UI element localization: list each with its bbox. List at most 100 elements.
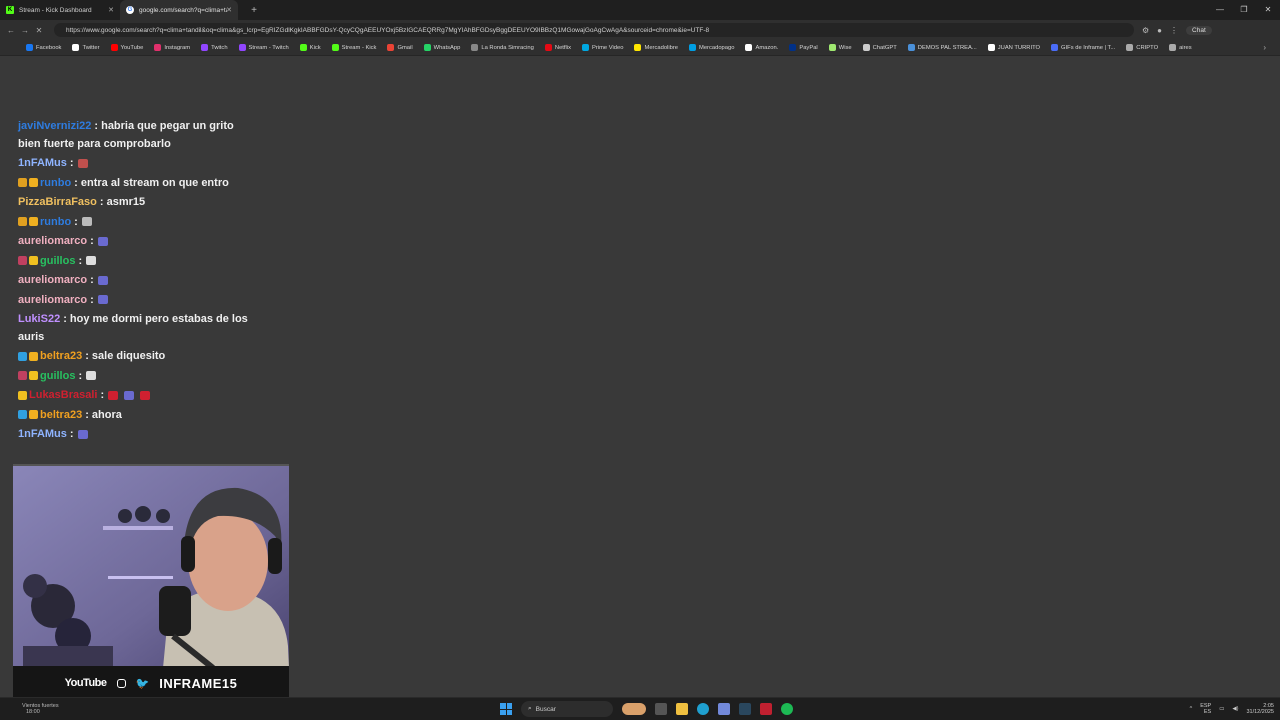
social-overlay: YouTube 🐦 INFRAME15 xyxy=(13,666,289,700)
bookmark-favicon-icon xyxy=(110,44,118,51)
tab-google-search[interactable]: G google.com/search?q=clima+tan ✕ xyxy=(120,0,238,20)
bookmark-item[interactable]: Stream - Kick xyxy=(331,44,376,51)
chat-username[interactable]: aureliomarco xyxy=(18,274,87,286)
chat-username[interactable]: LukasBrasali xyxy=(29,389,97,401)
chat-text: : xyxy=(90,235,94,247)
chat-message: beltra23: ahora xyxy=(18,407,248,425)
bookmark-item[interactable]: Stream - Twitch xyxy=(238,44,289,51)
close-tab-icon[interactable]: ✕ xyxy=(108,6,114,14)
restore-button[interactable]: ❐ xyxy=(1232,0,1256,20)
spotify-icon[interactable] xyxy=(781,703,793,715)
forward-icon[interactable]: → xyxy=(18,26,32,35)
stop-icon[interactable]: ✕ xyxy=(32,26,46,35)
chat-username[interactable]: LukiS22 xyxy=(18,313,60,325)
chat-text: : entra al stream on que entro xyxy=(74,176,229,189)
bookmark-label: Amazon. xyxy=(755,44,779,51)
tab-title: Stream - Kick Dashboard xyxy=(19,6,92,14)
bookmark-item[interactable]: Twitter xyxy=(72,44,100,51)
chat-username[interactable]: aureliomarco xyxy=(18,235,87,247)
bookmark-favicon-icon xyxy=(423,44,431,51)
bookmark-item[interactable]: Gmail xyxy=(387,44,413,51)
volume-icon[interactable]: ◀) xyxy=(1232,706,1238,712)
bookmark-item[interactable]: PayPal xyxy=(789,44,818,51)
chat-username[interactable]: runbo xyxy=(40,216,71,228)
kick-icon: K xyxy=(6,6,14,14)
chevron-up-icon[interactable]: ^ xyxy=(1190,706,1193,712)
bookmarks-overflow-icon[interactable]: › xyxy=(1263,43,1266,52)
close-tab-icon[interactable]: ✕ xyxy=(226,6,232,14)
bookmark-label: CRIPTO xyxy=(1136,44,1159,51)
chat-badge-icon xyxy=(29,410,38,420)
chat-username[interactable]: PizzaBirraFaso xyxy=(18,196,97,208)
food-widget-icon[interactable] xyxy=(622,703,646,715)
chat-username[interactable]: javiNvernizi22 xyxy=(18,120,91,132)
bookmark-item[interactable]: GIFs de Inframe | T... xyxy=(1051,44,1115,51)
bookmark-item[interactable]: aires xyxy=(1169,44,1192,51)
taskbar-search[interactable]: ⌕ Buscar xyxy=(521,701,613,717)
back-icon[interactable]: ← xyxy=(4,26,18,35)
chat-username[interactable]: beltra23 xyxy=(40,350,82,362)
menu-icon[interactable]: ⋮ xyxy=(1170,26,1178,35)
bookmark-item[interactable]: Kick xyxy=(299,44,321,51)
chat-message: guillos: xyxy=(18,253,248,271)
tab-title: google.com/search?q=clima+tan xyxy=(139,6,227,14)
edge-icon[interactable] xyxy=(697,703,709,715)
bookmark-item[interactable]: WhatsApp xyxy=(423,44,460,51)
bookmark-item[interactable]: Netflix xyxy=(544,44,571,51)
bookmark-item[interactable]: Mercadopago xyxy=(689,44,734,51)
weather-widget[interactable]: Vientos fuertes 18:00 xyxy=(8,703,59,715)
chat-message: javiNvernizi22: habria que pegar un grit… xyxy=(18,118,248,153)
bookmark-item[interactable]: Amazon. xyxy=(745,44,778,51)
minimize-button[interactable]: — xyxy=(1208,0,1232,20)
bookmark-item[interactable]: La Ronda Simracing xyxy=(471,44,534,51)
chat-username[interactable]: 1nFAMus xyxy=(18,428,67,440)
new-tab-button[interactable]: + xyxy=(244,5,264,16)
steam-icon[interactable] xyxy=(739,703,751,715)
bookmark-item[interactable]: Mercadolibre xyxy=(634,44,678,51)
chat-username[interactable]: runbo xyxy=(40,177,71,189)
task-view-icon[interactable] xyxy=(655,703,667,715)
bookmark-label: Prime Video xyxy=(592,44,624,51)
bookmark-item[interactable]: Wise xyxy=(828,44,852,51)
bookmark-label: PayPal xyxy=(799,44,818,51)
tab-kick-dashboard[interactable]: K Stream - Kick Dashboard ✕ xyxy=(0,0,120,20)
bookmark-label: Facebook xyxy=(36,44,62,51)
network-icon[interactable]: ▭ xyxy=(1219,706,1224,712)
bookmark-item[interactable]: ChatGPT xyxy=(862,44,897,51)
profile-icon[interactable]: ● xyxy=(1157,26,1162,35)
bookmark-label: JUAN TURRITO xyxy=(997,44,1041,51)
bookmark-item[interactable]: JUAN TURRITO xyxy=(987,44,1041,51)
close-window-button[interactable]: ✕ xyxy=(1256,0,1280,20)
start-button[interactable] xyxy=(500,703,512,715)
chat-text: : xyxy=(69,428,74,440)
app-icon[interactable] xyxy=(760,703,772,715)
chat-emote-icon xyxy=(77,429,88,439)
bookmark-favicon-icon xyxy=(745,44,753,51)
tab-strip: K Stream - Kick Dashboard ✕ G google.com… xyxy=(0,0,1280,20)
bookmark-item[interactable]: Twitch xyxy=(201,44,228,51)
chat-username[interactable]: guillos xyxy=(40,370,75,382)
chat-text: : xyxy=(100,389,105,401)
bookmark-item[interactable]: YouTube xyxy=(110,44,143,51)
bookmark-label: Netflix xyxy=(554,44,571,51)
instagram-icon xyxy=(116,678,126,688)
discord-icon[interactable] xyxy=(718,703,730,715)
extension-icon[interactable]: ⚙ xyxy=(1142,26,1149,35)
chat-username[interactable]: beltra23 xyxy=(40,409,82,421)
bookmark-item[interactable]: Facebook xyxy=(26,44,61,51)
address-bar[interactable]: https://www.google.com/search?q=clima+ta… xyxy=(54,23,1134,37)
bookmark-item[interactable]: Prime Video xyxy=(582,44,623,51)
chat-button[interactable]: Chat xyxy=(1186,25,1212,35)
bookmark-favicon-icon xyxy=(1169,44,1177,51)
bookmark-item[interactable]: CRIPTO xyxy=(1126,44,1158,51)
channel-handle: INFRAME15 xyxy=(159,675,238,691)
bookmark-item[interactable]: Instagram xyxy=(154,44,190,51)
language-indicator[interactable]: ESP ES xyxy=(1200,703,1211,716)
bookmark-favicon-icon xyxy=(634,44,642,51)
bookmark-item[interactable]: DEMOS PAL STREA... xyxy=(907,44,977,51)
chat-username[interactable]: aureliomarco xyxy=(18,294,87,306)
chat-username[interactable]: guillos xyxy=(40,255,75,267)
clock[interactable]: 2:05 31/12/2025 xyxy=(1246,703,1274,716)
chat-username[interactable]: 1nFAMus xyxy=(18,157,67,169)
file-explorer-icon[interactable] xyxy=(676,703,688,715)
